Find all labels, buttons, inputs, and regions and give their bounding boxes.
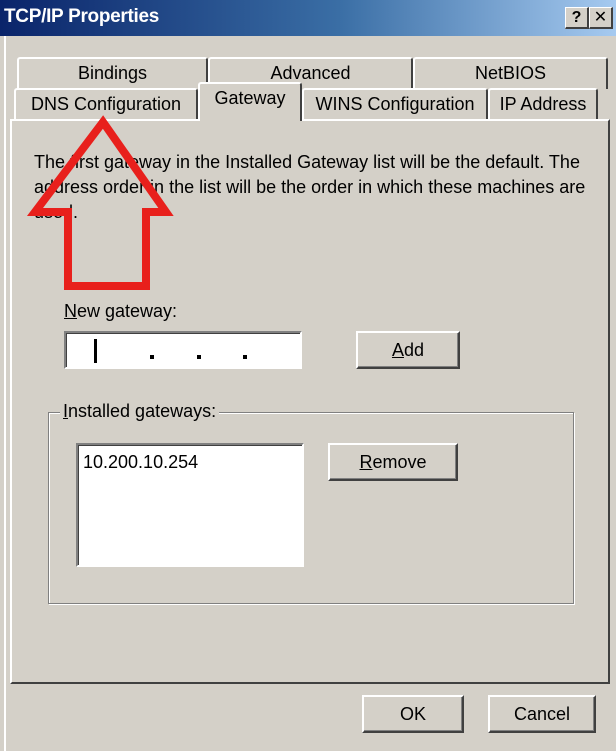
ip-dot-3 — [243, 355, 247, 359]
new-gateway-label-text: ew gateway: — [77, 301, 178, 321]
installed-label-text: nstalled gateways: — [68, 401, 217, 421]
installed-gateways-list[interactable]: 10.200.10.254 — [76, 443, 304, 567]
tab-gateway[interactable]: Gateway — [198, 82, 302, 121]
window-frame-edge — [4, 36, 6, 751]
new-gateway-ip-input[interactable] — [64, 331, 302, 369]
new-gateway-label: New gateway: — [64, 301, 177, 322]
ip-dot-2 — [197, 355, 201, 359]
add-button[interactable]: Add — [356, 331, 460, 369]
ok-button[interactable]: OK — [362, 695, 464, 733]
remove-label-text: emove — [372, 452, 427, 472]
cancel-button[interactable]: Cancel — [488, 695, 596, 733]
add-label-text: dd — [403, 340, 425, 360]
close-button[interactable]: ✕ — [589, 7, 613, 29]
text-cursor — [94, 339, 97, 363]
ip-dot-1 — [150, 355, 154, 359]
list-item[interactable]: 10.200.10.254 — [83, 452, 198, 473]
tab-ip-address[interactable]: IP Address — [488, 88, 598, 120]
new-gateway-access-key: N — [64, 301, 77, 321]
tab-wins-configuration[interactable]: WINS Configuration — [302, 88, 488, 120]
gateway-description: The first gateway in the Installed Gatew… — [34, 152, 586, 222]
help-button[interactable]: ? — [565, 7, 589, 29]
remove-access-key: R — [359, 452, 373, 472]
window-title: TCP/IP Properties — [4, 6, 160, 27]
installed-gateways-label: Installed gateways: — [60, 401, 220, 422]
tab-dns-configuration[interactable]: DNS Configuration — [14, 88, 198, 120]
tab-netbios[interactable]: NetBIOS — [413, 57, 608, 89]
tab-bindings[interactable]: Bindings — [17, 57, 208, 89]
add-access-key: A — [391, 340, 404, 360]
remove-button[interactable]: Remove — [328, 443, 458, 481]
title-bar[interactable]: TCP/IP Properties ? ✕ — [0, 0, 616, 36]
